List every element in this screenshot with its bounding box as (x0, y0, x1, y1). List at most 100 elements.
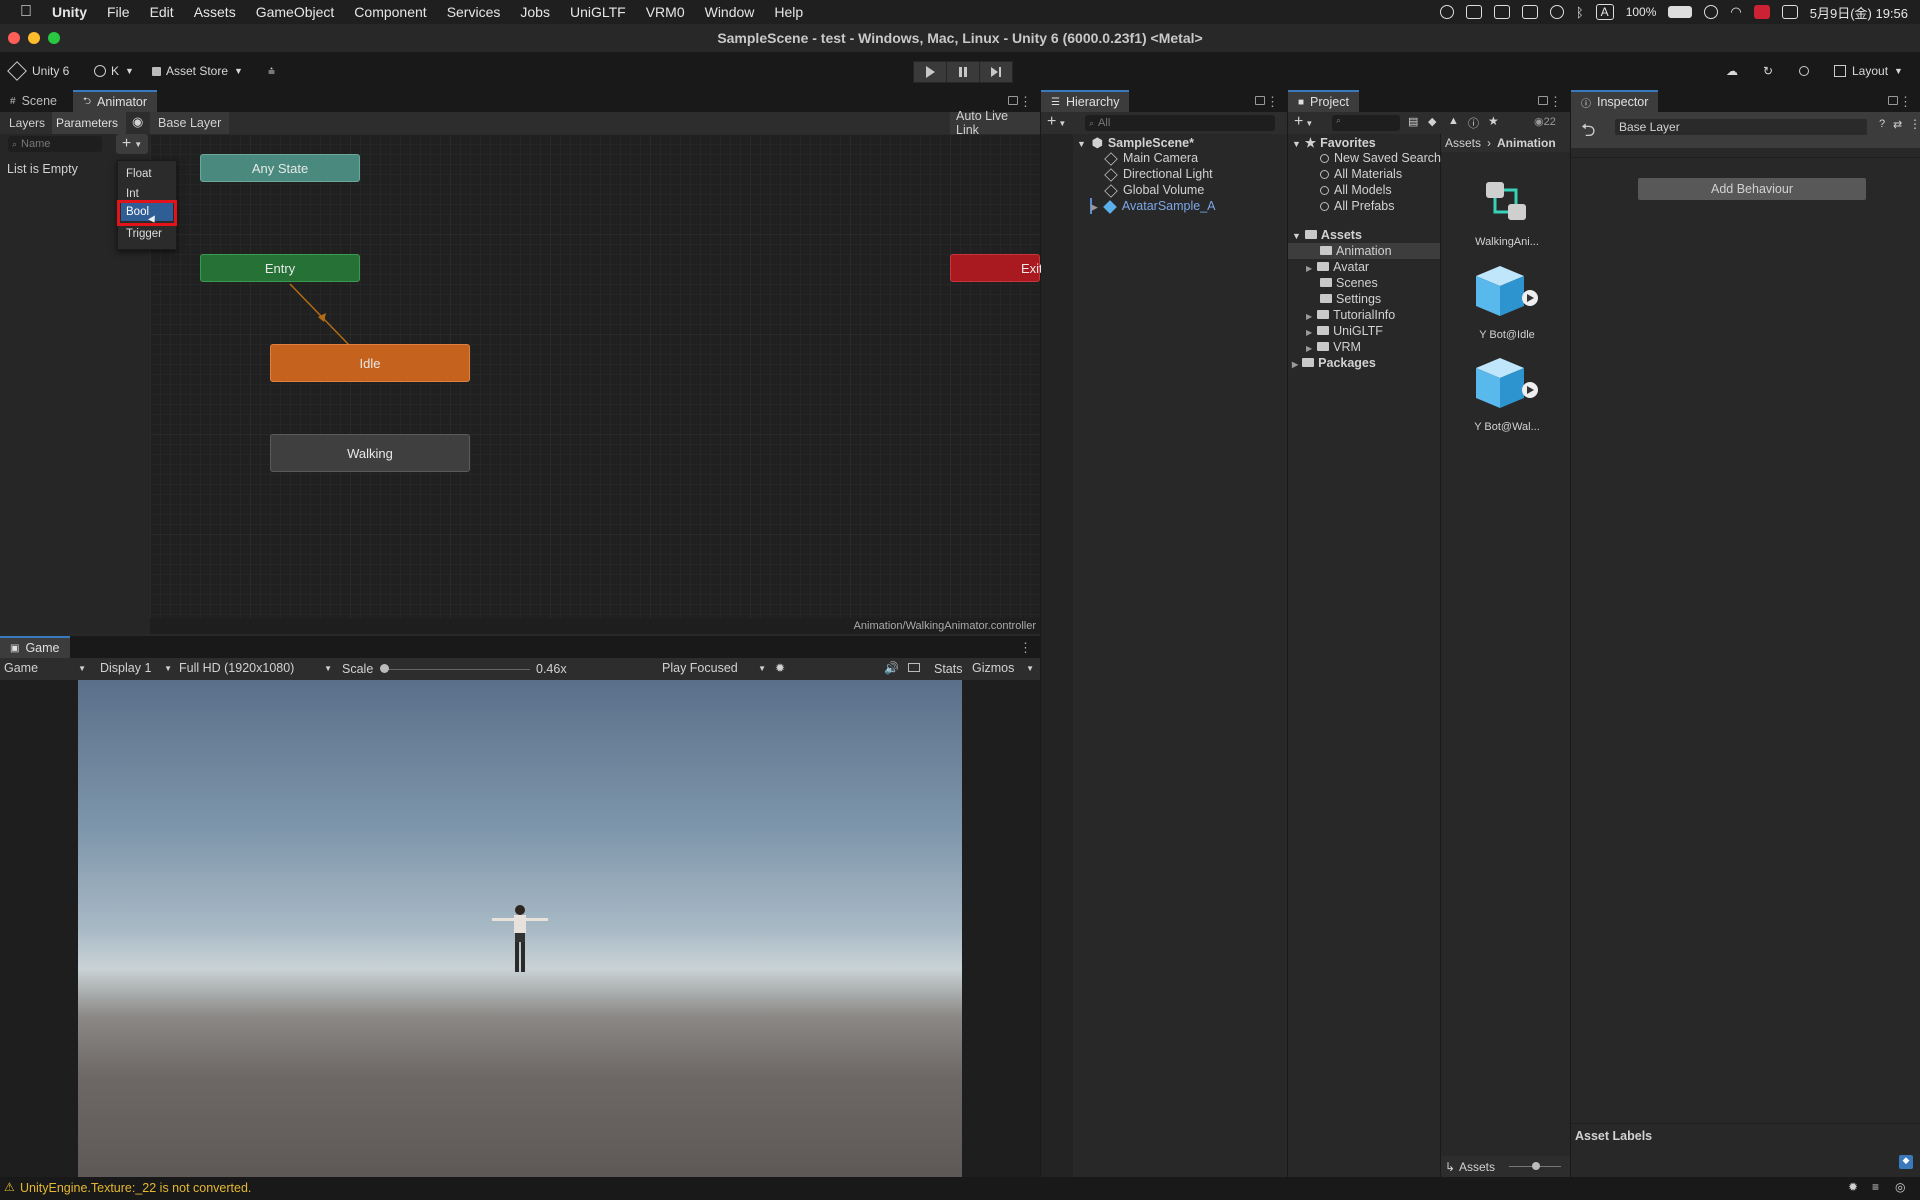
window-icon[interactable] (1521, 5, 1538, 19)
menu-item-trigger[interactable]: Trigger (126, 228, 162, 240)
scene-root[interactable]: ▼⬢SampleScene*⋮ (1077, 135, 1318, 150)
version-control-icon[interactable]: ⩮ (268, 61, 275, 81)
menu-window[interactable]: Window (705, 4, 755, 20)
play-circle-icon[interactable] (1549, 5, 1564, 19)
info-icon[interactable]: ⓘ (1468, 115, 1479, 131)
hierarchy-item-directional-light[interactable]: Directional Light (1104, 167, 1213, 182)
auto-live-link-button[interactable]: Auto Live Link (950, 109, 1040, 137)
scale-slider-handle[interactable] (380, 664, 389, 673)
folder-vrm[interactable]: ▶ VRM (1306, 340, 1361, 354)
menu-component[interactable]: Component (354, 4, 426, 20)
node-idle[interactable]: Idle (270, 344, 470, 382)
create-asset-button[interactable]: + ▼ (1294, 113, 1313, 131)
more-options-icon[interactable]: ⋮ (1019, 94, 1032, 110)
cloud-icon[interactable]: ☁ (1726, 61, 1738, 81)
record-icon[interactable] (1439, 5, 1454, 19)
asset-ybot-walking[interactable] (1472, 354, 1542, 414)
battery-icon[interactable] (1668, 6, 1693, 18)
game-mode-dropdown[interactable]: Game ▼ (4, 661, 86, 675)
progress-icon[interactable]: ◎ (1895, 1180, 1905, 1194)
layout-dropdown[interactable]: Layout ▼ (1834, 61, 1903, 81)
search-by-type-icon[interactable]: ▤ (1408, 115, 1418, 128)
add-behaviour-button[interactable]: Add Behaviour (1638, 178, 1866, 200)
search-by-label-icon[interactable]: ◆ (1428, 115, 1436, 128)
menu-assets[interactable]: Assets (194, 4, 236, 20)
bluetooth-icon[interactable]: ᛒ (1576, 5, 1584, 20)
entry-idle-transition[interactable] (289, 283, 351, 347)
preset-icon[interactable]: ⇄ (1893, 118, 1902, 131)
keyboard-icon[interactable] (908, 663, 920, 672)
lock-icon[interactable] (1255, 96, 1265, 105)
menu-services[interactable]: Services (447, 4, 501, 20)
apple-icon[interactable]:  (20, 3, 32, 21)
tab-animator[interactable]: ⮌ Animator (73, 90, 158, 112)
wifi-icon[interactable]: ◠ (1730, 4, 1741, 20)
menu-app[interactable]: Unity (52, 4, 87, 20)
tab-project[interactable]: ■ Project (1288, 90, 1359, 112)
breadcrumb-assets[interactable]: Assets (1445, 136, 1481, 150)
assets-root[interactable]: ▼ Assets (1292, 228, 1362, 242)
asset-ybot-idle[interactable] (1472, 262, 1542, 322)
datetime[interactable]: 5月9日(金) 19:56 (1810, 3, 1908, 22)
pause-button[interactable] (946, 61, 980, 83)
menu-item-float[interactable]: Float (126, 168, 152, 180)
game-view[interactable] (78, 680, 962, 1177)
folder-animation[interactable]: Animation (1320, 244, 1392, 258)
node-entry[interactable]: Entry (200, 254, 360, 282)
parameters-tab[interactable]: Parameters (56, 116, 118, 130)
unity-status-icon[interactable] (1465, 5, 1482, 19)
node-any-state[interactable]: Any State (200, 154, 360, 182)
menu-edit[interactable]: Edit (150, 4, 174, 20)
menu-item-int[interactable]: Int (126, 188, 139, 200)
parameter-search-field[interactable]: ⌕ Name (8, 136, 102, 152)
breadcrumb-base-layer[interactable]: Base Layer (150, 112, 230, 134)
more-options-icon[interactable]: ⋮ (1909, 117, 1920, 131)
add-object-button[interactable]: + ▼ (1047, 113, 1066, 131)
add-parameter-button[interactable]: + ▼ (116, 134, 148, 154)
asset-store-dropdown[interactable]: Asset Store ▼ (152, 61, 243, 81)
folder-unigltf[interactable]: ▶ UniGLTF (1306, 324, 1383, 338)
favorite-new-saved-search[interactable]: New Saved Search (1320, 151, 1441, 165)
history-icon[interactable]: ↻ (1763, 61, 1773, 81)
more-options-icon[interactable]: ⋮ (1549, 94, 1562, 110)
control-center-icon[interactable] (1781, 5, 1798, 19)
asset-walkinganimator[interactable] (1478, 174, 1534, 230)
input-method[interactable]: A (1595, 4, 1614, 20)
menu-jobs[interactable]: Jobs (520, 4, 550, 20)
layers-tab[interactable]: Layers (9, 116, 45, 130)
menu-gameobject[interactable]: GameObject (256, 4, 335, 20)
debug-icon[interactable]: ✹ (1848, 1180, 1858, 1194)
packages-root[interactable]: ▶ Packages (1292, 356, 1376, 370)
node-exit[interactable]: Exit (950, 254, 1043, 282)
more-options-icon[interactable]: ⋮ (1019, 640, 1032, 656)
resolution-dropdown[interactable]: Full HD (1920x1080) ▼ (179, 661, 332, 675)
search-icon[interactable] (1799, 61, 1809, 81)
state-machine-graph[interactable]: Any State Entry Exit Idle Walking (150, 134, 1043, 618)
stats-button[interactable]: Stats (934, 662, 963, 676)
lock-icon[interactable] (1008, 96, 1018, 105)
play-focused-dropdown[interactable]: Play Focused ▼ (662, 661, 766, 675)
hierarchy-item-avatarsample-a[interactable]: ▶AvatarSample_A› (1091, 199, 1321, 214)
cache-icon[interactable]: ≡ (1872, 1180, 1879, 1194)
menu-vrm0[interactable]: VRM0 (646, 4, 685, 20)
folder-tutorialinfo[interactable]: ▶ TutorialInfo (1306, 308, 1395, 322)
label-icon[interactable]: ◆ (1899, 1155, 1913, 1169)
menu-uniglTF[interactable]: UniGLTF (570, 4, 626, 20)
project-splitter[interactable] (1440, 134, 1441, 1177)
user-icon[interactable] (1704, 5, 1719, 19)
tab-hierarchy[interactable]: ☰ Hierarchy (1041, 90, 1130, 112)
project-search[interactable]: ⌕ (1332, 115, 1400, 131)
icon-size-slider-handle[interactable] (1532, 1162, 1540, 1170)
bug-icon[interactable]: ✹ (775, 661, 785, 675)
folder-avatar[interactable]: ▶ Avatar (1306, 260, 1369, 274)
favorite-all-prefabs[interactable]: All Prefabs (1320, 199, 1394, 213)
clipboard-icon[interactable] (1493, 5, 1510, 19)
favorites-header[interactable]: ▼ ★ Favorites (1292, 135, 1376, 150)
menu-file[interactable]: File (107, 4, 130, 20)
tag-icon[interactable]: ▲ (1448, 115, 1459, 127)
folder-scenes[interactable]: Scenes (1320, 276, 1378, 290)
eye-icon[interactable]: ◉ (132, 114, 143, 130)
star-icon[interactable]: ★ (1488, 114, 1499, 128)
help-icon[interactable]: ? (1879, 118, 1885, 130)
gizmos-dropdown[interactable]: Gizmos ▼ (972, 661, 1034, 675)
